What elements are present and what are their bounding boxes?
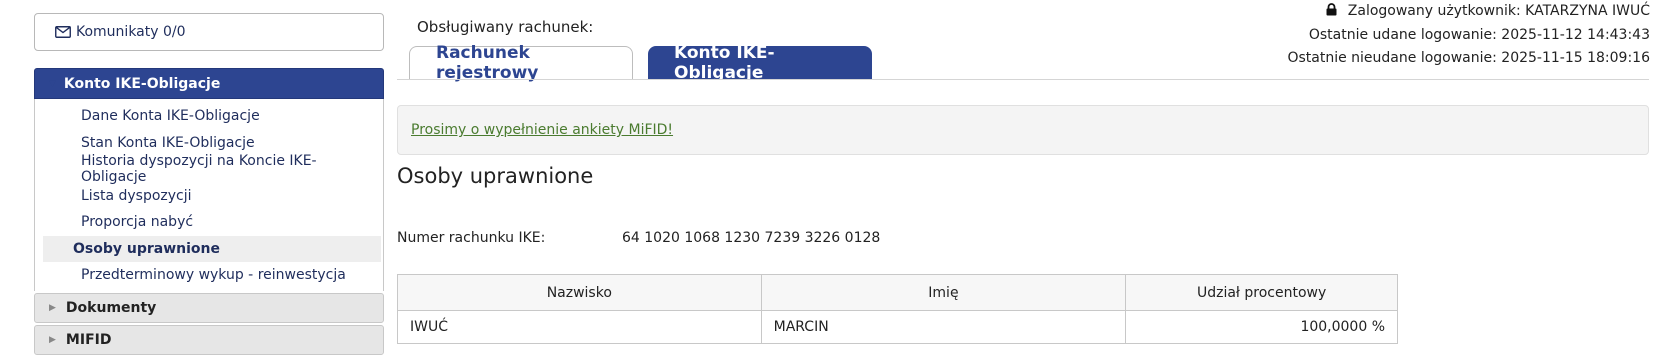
sidebar-item-label: Przedterminowy wykup - reinwestycja [81,267,346,284]
cell-udzial: 100,0000 % [1125,310,1398,344]
cell-imie: MARCIN [760,310,1127,344]
sidebar-item-historia-dyspozycji[interactable]: Historia dyspozycji na Koncie IKE-Obliga… [43,153,381,186]
cell-nazwisko: IWUĆ [397,310,762,344]
account-tabs: Rachunek rejestrowy Konto IKE-Obligacje [409,43,872,83]
column-header-nazwisko: Nazwisko [397,274,762,311]
sidebar-item-label: Stan Konta IKE-Obligacje [81,134,255,151]
column-header-udzial: Udział procentowy [1125,274,1398,311]
tab-label: Konto IKE-Obligacje [674,42,775,83]
mifid-notice: Prosimy o wypełnienie ankiety MiFID! [397,105,1649,155]
sidebar-item-lista-dyspozycji[interactable]: Lista dyspozycji [43,183,381,210]
sidebar-item-label: Osoby uprawnione [73,240,220,257]
page-title: Osoby uprawnione [397,164,594,188]
logged-user-label: Zalogowany użytkownik: [1347,3,1521,19]
beneficiaries-table: Nazwisko Imię Udział procentowy IWUĆ MAR… [397,274,1398,344]
caret-down-icon: ▼ [49,78,56,89]
lock-icon [1326,1,1337,24]
sidebar-item-label: Lista dyspozycji [81,187,192,204]
messages-button[interactable]: Komunikaty 0/0 [34,13,384,51]
table-row: IWUĆ MARCIN 100,0000 % [397,310,1398,344]
user-info: Zalogowany użytkownik: KATARZYNA IWUĆ Os… [1287,0,1650,70]
sidebar-menu: ▼ Konto IKE-Obligacje Dane Konta IKE-Obl… [34,68,384,355]
sidebar-item-przedterminowy-wykup[interactable]: Przedterminowy wykup - reinwestycja [43,262,381,289]
sidebar-item-label: Dane Konta IKE-Obligacje [81,108,260,125]
sidebar-item-dane-konta[interactable]: Dane Konta IKE-Obligacje [43,103,381,130]
column-header-imie: Imię [760,274,1127,311]
sidebar-submenu: Dane Konta IKE-Obligacje Stan Konta IKE-… [34,99,384,291]
caret-right-icon: ▶ [49,334,56,345]
account-number-value: 64 1020 1068 1230 7239 3226 0128 [622,230,881,246]
last-success-login: Ostatnie udane logowanie: 2025-11-12 14:… [1308,27,1650,43]
logged-user-name: KATARZYNA IWUĆ [1525,3,1650,19]
account-number-label: Numer rachunku IKE: [397,230,546,246]
envelope-icon [55,26,71,38]
logged-user-line: Zalogowany użytkownik: KATARZYNA IWUĆ [1287,0,1650,24]
table-header-row: Nazwisko Imię Udział procentowy [397,274,1398,311]
sidebar-section-mifid[interactable]: ▶ MIFID [34,324,384,355]
sidebar-section-label: MIFID [65,331,112,348]
tab-rachunek-rejestrowy[interactable]: Rachunek rejestrowy [409,43,633,83]
messages-label: Komunikaty 0/0 [76,24,186,40]
sidebar-section-konto-ike[interactable]: ▼ Konto IKE-Obligacje [34,68,384,99]
sidebar-item-stan-konta[interactable]: Stan Konta IKE-Obligacje [43,130,381,157]
mifid-survey-link[interactable]: Prosimy o wypełnienie ankiety MiFID! [411,122,673,138]
sidebar-item-label: Historia dyspozycji na Koncie IKE-Obliga… [81,153,317,186]
sidebar-section-label: Dokumenty [65,299,157,316]
served-account-label: Obsługiwany rachunek: [417,18,594,36]
tabs-divider [397,79,1649,80]
last-failed-login: Ostatnie nieudane logowanie: 2025-11-15 … [1287,50,1650,66]
sidebar-section-dokumenty[interactable]: ▶ Dokumenty [34,292,384,323]
tab-label: Rachunek rejestrowy [436,43,539,83]
sidebar-item-osoby-uprawnione[interactable]: Osoby uprawnione [43,235,381,262]
sidebar-item-label: Proporcja nabyć [81,214,194,231]
sidebar-item-proporcja-nabyc[interactable]: Proporcja nabyć [43,209,381,236]
caret-right-icon: ▶ [49,302,56,313]
sidebar-section-label: Konto IKE-Obligacje [63,75,221,92]
tab-konto-ike[interactable]: Konto IKE-Obligacje [648,43,872,83]
